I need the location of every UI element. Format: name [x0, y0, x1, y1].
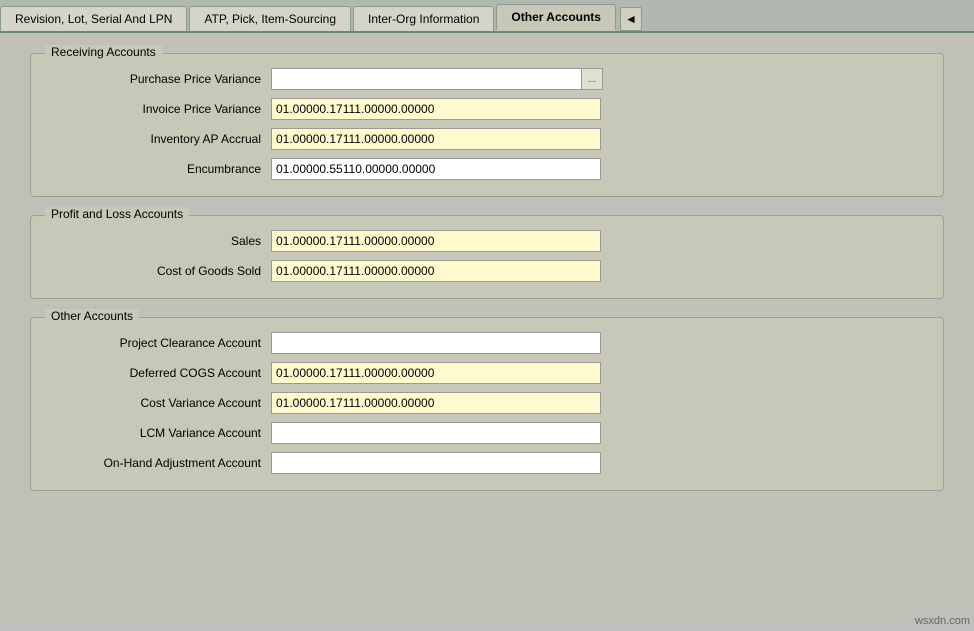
label-deferred_cogs: Deferred COGS Account	[51, 366, 271, 380]
tab-scroll-icon: ◄	[625, 12, 637, 26]
section-legend-receiving: Receiving Accounts	[45, 45, 162, 59]
input-purchase_price_variance[interactable]	[271, 68, 581, 90]
input-cost_of_goods_sold[interactable]	[271, 260, 601, 282]
form-row-cost_of_goods_sold: Cost of Goods Sold	[51, 260, 923, 282]
input-cost_variance[interactable]	[271, 392, 601, 414]
input-on_hand_adjustment[interactable]	[271, 452, 601, 474]
form-row-lcm_variance: LCM Variance Account	[51, 422, 923, 444]
tab-other-accounts[interactable]: Other Accounts	[496, 4, 616, 31]
label-purchase_price_variance: Purchase Price Variance	[51, 72, 271, 86]
label-sales: Sales	[51, 234, 271, 248]
form-row-cost_variance: Cost Variance Account	[51, 392, 923, 414]
form-row-deferred_cogs: Deferred COGS Account	[51, 362, 923, 384]
tab-scroll-button[interactable]: ◄	[620, 7, 642, 31]
input-encumbrance[interactable]	[271, 158, 601, 180]
section-other_accounts: Other AccountsProject Clearance AccountD…	[30, 317, 944, 491]
input-project_clearance[interactable]	[271, 332, 601, 354]
section-receiving: Receiving AccountsPurchase Price Varianc…	[30, 53, 944, 197]
label-cost_of_goods_sold: Cost of Goods Sold	[51, 264, 271, 278]
input-sales[interactable]	[271, 230, 601, 252]
label-inventory_ap_accrual: Inventory AP Accrual	[51, 132, 271, 146]
label-project_clearance: Project Clearance Account	[51, 336, 271, 350]
tab-revision[interactable]: Revision, Lot, Serial And LPN	[0, 6, 187, 31]
input-invoice_price_variance[interactable]	[271, 98, 601, 120]
label-cost_variance: Cost Variance Account	[51, 396, 271, 410]
label-invoice_price_variance: Invoice Price Variance	[51, 102, 271, 116]
input-wrapper-purchase_price_variance: ...	[271, 68, 603, 90]
tab-bar: Revision, Lot, Serial And LPN ATP, Pick,…	[0, 0, 974, 33]
main-content: Receiving Accounts Purchase Price Varianc…	[0, 33, 974, 623]
section-legend-profit_loss: Profit and Loss Accounts	[45, 207, 189, 221]
tab-atp[interactable]: ATP, Pick, Item-Sourcing	[189, 6, 351, 31]
watermark-label: wsxdn.com	[915, 615, 970, 627]
form-row-purchase_price_variance: Purchase Price Variance...	[51, 68, 923, 90]
section-legend-other_accounts: Other Accounts	[45, 309, 139, 323]
form-row-encumbrance: Encumbrance	[51, 158, 923, 180]
form-row-project_clearance: Project Clearance Account	[51, 332, 923, 354]
form-row-sales: Sales	[51, 230, 923, 252]
input-lcm_variance[interactable]	[271, 422, 601, 444]
input-deferred_cogs[interactable]	[271, 362, 601, 384]
form-row-on_hand_adjustment: On-Hand Adjustment Account	[51, 452, 923, 474]
browse-button-purchase_price_variance[interactable]: ...	[581, 68, 603, 90]
label-lcm_variance: LCM Variance Account	[51, 426, 271, 440]
label-on_hand_adjustment: On-Hand Adjustment Account	[51, 456, 271, 470]
form-row-inventory_ap_accrual: Inventory AP Accrual	[51, 128, 923, 150]
label-encumbrance: Encumbrance	[51, 162, 271, 176]
tab-interorg[interactable]: Inter-Org Information	[353, 6, 494, 31]
form-row-invoice_price_variance: Invoice Price Variance	[51, 98, 923, 120]
section-profit_loss: Profit and Loss AccountsSalesCost of Goo…	[30, 215, 944, 299]
input-inventory_ap_accrual[interactable]	[271, 128, 601, 150]
